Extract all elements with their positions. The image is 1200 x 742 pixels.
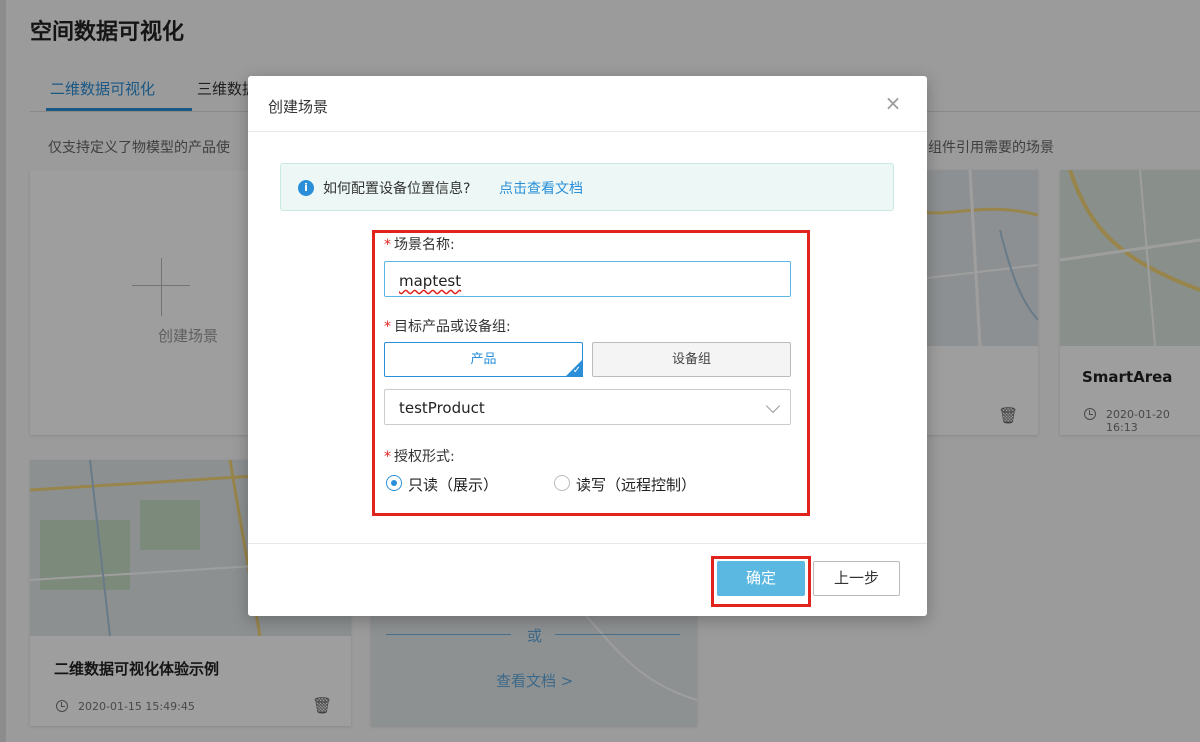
modal-footer-divider	[248, 543, 927, 544]
chevron-down-icon	[765, 398, 781, 414]
segment-product[interactable]: 产品 ✓	[384, 342, 583, 377]
required-mark: *	[384, 449, 391, 465]
confirm-button[interactable]: 确定	[717, 561, 805, 596]
radio-readonly[interactable]: 只读（展示）	[386, 474, 536, 494]
info-text: 如何配置设备位置信息?	[323, 181, 471, 197]
scene-name-input[interactable]: maptest	[384, 261, 791, 297]
previous-step-button[interactable]: 上一步	[813, 561, 900, 596]
radio-readwrite[interactable]: 读写（远程控制）	[554, 474, 734, 494]
required-mark: *	[384, 319, 391, 335]
info-icon: i	[298, 180, 314, 196]
modal-header: 创建场景 ×	[248, 76, 927, 132]
required-mark: *	[384, 237, 391, 253]
check-mark: ✓	[572, 365, 581, 376]
scene-name-label: * 场景名称:	[384, 237, 455, 253]
target-label: * 目标产品或设备组:	[384, 319, 511, 335]
create-scene-modal: 创建场景 × i 如何配置设备位置信息? 点击查看文档 * 场景名称: mapte…	[248, 76, 927, 616]
info-banner: i 如何配置设备位置信息? 点击查看文档	[280, 163, 894, 211]
segment-device-group[interactable]: 设备组	[592, 342, 791, 377]
radio-button	[554, 475, 570, 491]
radio-button	[386, 475, 402, 491]
view-docs-link[interactable]: 点击查看文档	[499, 178, 583, 198]
product-select[interactable]: testProduct	[384, 389, 791, 425]
auth-label: * 授权形式:	[384, 449, 455, 465]
modal-title: 创建场景	[268, 98, 329, 116]
close-icon[interactable]: ×	[884, 93, 902, 113]
